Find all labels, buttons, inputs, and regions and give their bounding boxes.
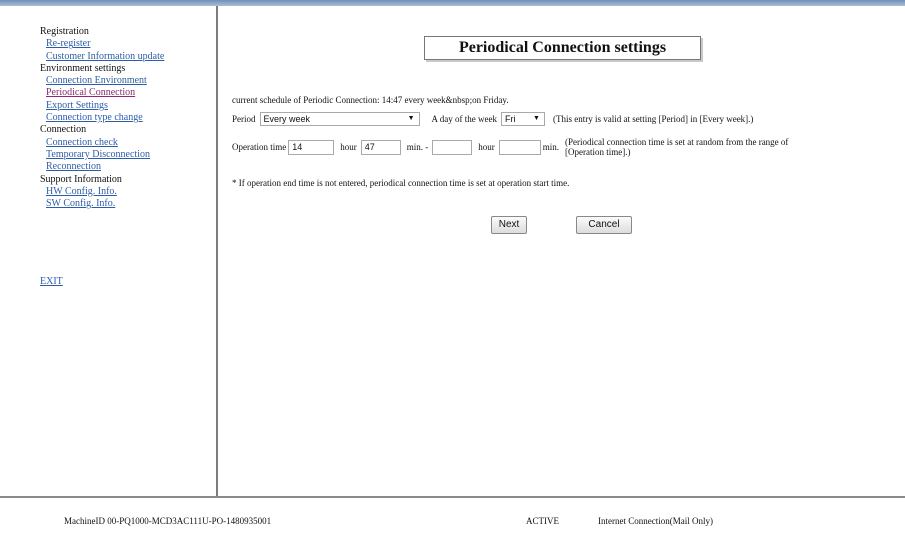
period-select-value: Every week [263,114,311,124]
end-time-note: * If operation end time is not entered, … [232,178,570,188]
sidebar-link-periodical-connection[interactable]: Periodical Connection [40,87,164,99]
chevron-down-icon: ▼ [407,115,415,122]
operation-time-note: (Periodical connection time is set at ra… [565,137,788,157]
exit-link[interactable]: EXIT [40,276,63,287]
sidebar-link-connection-type-change[interactable]: Connection type change [40,112,164,124]
sidebar-link-connection-environment[interactable]: Connection Environment [40,75,164,87]
day-of-week-label: A day of the week [431,114,497,124]
sidebar-link-re-register[interactable]: Re-register [40,38,164,50]
day-select-value: Fri [504,114,516,124]
hour-label: hour [340,142,357,152]
sidebar-link-connection-check[interactable]: Connection check [40,137,164,149]
sidebar: Registration Re-register Customer Inform… [0,6,218,496]
day-of-week-select[interactable]: Fri ▼ [500,112,545,126]
sidebar-section-registration: Registration [40,26,89,37]
sidebar-section-environment: Environment settings [40,62,126,74]
sidebar-section-connection: Connection [40,124,87,136]
end-hour-input[interactable] [432,139,473,155]
status-footer: MachineID 00-PQ1000-MCD3AC111U-PO-148093… [0,496,905,543]
period-select[interactable]: Every week ▼ [259,112,420,126]
chevron-down-icon: ▼ [533,115,540,122]
end-min-input[interactable] [498,139,541,155]
current-schedule-text: current schedule of Periodic Connection:… [232,95,509,105]
operation-time-label: Operation time [232,142,287,152]
sidebar-link-reconnection[interactable]: Reconnection [40,161,164,173]
sidebar-menu: Registration Re-register Customer Inform… [40,26,164,210]
operation-time-row: Operation time 14 hour 47 min. - hour mi… [232,137,788,157]
connection-type-text: Internet Connection(Mail Only) [598,516,713,526]
sidebar-link-hw-config[interactable]: HW Config. Info. [40,186,164,198]
day-of-week-note: (This entry is valid at setting [Period]… [552,114,754,124]
machine-id-text: MachineID 00-PQ1000-MCD3AC111U-PO-148093… [64,516,272,526]
status-badge: ACTIVE [526,516,559,526]
next-button[interactable]: Next [491,216,527,234]
main-content: Periodical Connection settings current s… [220,6,905,496]
end-min-label: min. [542,142,559,152]
period-label: Period [232,114,256,124]
start-min-input[interactable]: 47 [360,139,401,155]
page-title: Periodical Connection settings [424,36,701,60]
sidebar-link-customer-info-update[interactable]: Customer Information update [40,51,164,63]
sidebar-section-support: Support Information [40,173,122,185]
start-hour-input[interactable]: 14 [288,139,335,155]
operation-time-note-line1: (Periodical connection time is set at ra… [565,137,789,147]
operation-time-note-line2: [Operation time].) [565,147,631,157]
period-row: Period Every week ▼ A day of the week Fr… [232,112,753,126]
sidebar-link-sw-config[interactable]: SW Config. Info. [40,198,164,210]
cancel-button[interactable]: Cancel [576,216,632,234]
sidebar-link-temporary-disconnection[interactable]: Temporary Disconnection [40,149,164,161]
min-dash-label: min. - [406,142,429,152]
end-hour-label: hour [478,142,495,152]
sidebar-link-export-settings[interactable]: Export Settings [40,100,164,112]
